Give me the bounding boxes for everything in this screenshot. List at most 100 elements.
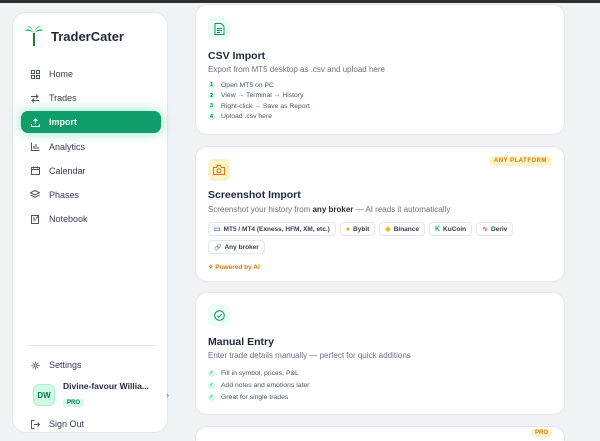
chip-label: Binance xyxy=(393,225,419,233)
broker-chip-deriv[interactable]: ∿ Deriv xyxy=(476,222,514,236)
list-item: 2 View → Terminal → History xyxy=(208,91,310,102)
chip-label: KuCoin xyxy=(443,225,467,233)
feature-text: Add notes and emotions later xyxy=(221,381,310,389)
feature-text: Fill in symbol, prices, P&L xyxy=(221,369,299,377)
csv-import-card[interactable]: CSV Import Export from MT5 desktop as .c… xyxy=(195,4,565,135)
chip-label: Bybit xyxy=(353,225,370,233)
sidebar-item-home[interactable]: Home xyxy=(21,63,161,85)
manual-entry-card[interactable]: Manual Entry Enter trade details manuall… xyxy=(195,292,565,415)
sidebar-item-label: Trades xyxy=(49,93,77,104)
bar-chart-icon xyxy=(30,142,40,152)
deriv-icon: ∿ xyxy=(482,226,489,233)
notebook-icon xyxy=(30,214,40,224)
grid-icon xyxy=(30,69,40,79)
step-number: 4 xyxy=(208,113,215,121)
chip-label: Any broker xyxy=(224,243,259,251)
sidebar-item-label: Phases xyxy=(49,189,80,200)
palm-tree-logo-icon xyxy=(25,25,43,47)
bybit-icon: ● xyxy=(345,225,351,233)
layers-icon xyxy=(30,190,40,200)
powered-by-ai: ✧ Powered by AI xyxy=(208,264,260,271)
step-number: 2 xyxy=(208,92,215,100)
step-text: View → Terminal → History xyxy=(221,92,304,100)
subtitle-text: Screenshot your history from xyxy=(208,205,313,214)
broker-chip-bybit[interactable]: ● Bybit xyxy=(339,222,376,236)
check-icon: ✓ xyxy=(208,381,215,389)
manual-entry-subtitle: Enter trade details manually — perfect f… xyxy=(208,351,411,360)
sign-out-icon xyxy=(30,419,40,429)
screenshot-import-card[interactable]: ANY PLATFORM Screenshot Import Screensho… xyxy=(195,146,565,282)
sidebar-item-analytics[interactable]: Analytics xyxy=(21,136,161,158)
chip-label: MT5 / MT4 (Exness, HFM, XM, etc.) xyxy=(223,225,330,233)
sidebar-item-calendar[interactable]: Calendar xyxy=(21,160,161,182)
check-icon: ✓ xyxy=(208,369,215,377)
list-item: ✓ Great for single trades xyxy=(208,391,309,403)
next-import-card[interactable]: PRO xyxy=(195,426,565,441)
step-text: Upload .csv here xyxy=(221,113,273,121)
sidebar-item-trades[interactable]: Trades xyxy=(21,87,161,109)
plan-badge: PRO xyxy=(63,399,85,407)
user-info: Divine-favour Willia... PRO xyxy=(63,381,153,409)
kucoin-icon: K xyxy=(434,225,441,233)
csv-steps-list: 1 Open MT5 on PC 2 View → Terminal → Histo… xyxy=(208,80,310,122)
manual-features-list: ✓ Fill in symbol, prices, P&L ✓ Add notes … xyxy=(208,367,309,403)
broker-chips: ▭ MT5 / MT4 (Exness, HFM, XM, etc.) ● Bybi… xyxy=(208,222,548,254)
window-top-bar xyxy=(0,0,600,3)
user-name: Divine-favour Willia... xyxy=(63,381,149,391)
list-item: 3 Right-click → Save as Report xyxy=(208,101,310,112)
signout-section: Sign Out xyxy=(21,413,161,437)
sidebar-item-label: Settings xyxy=(49,360,82,370)
subtitle-text: — AI reads it automatically xyxy=(353,205,451,214)
calendar-icon xyxy=(30,166,40,176)
broker-chip-any[interactable]: 🔗 Any broker xyxy=(208,240,265,254)
step-number: 3 xyxy=(208,102,215,110)
sidebar-item-import[interactable]: Import xyxy=(21,111,161,134)
sidebar-item-phases[interactable]: Phases xyxy=(21,184,161,206)
list-item: ✓ Fill in symbol, prices, P&L xyxy=(208,367,309,379)
sidebar-divider xyxy=(27,345,155,346)
sidebar: TraderCater Home Trades Import Analytics xyxy=(12,12,169,433)
feature-text: Great for single trades xyxy=(221,393,289,401)
link-icon: 🔗 xyxy=(214,244,222,251)
screenshot-import-subtitle: Screenshot your history from any broker … xyxy=(208,205,450,214)
swap-icon xyxy=(30,93,40,103)
binance-icon: ◆ xyxy=(385,226,391,233)
brand[interactable]: TraderCater xyxy=(25,25,124,47)
gear-icon xyxy=(30,360,40,370)
sign-out-button[interactable]: Sign Out xyxy=(21,413,161,435)
check-circle-icon xyxy=(208,304,230,326)
broker-chip-binance[interactable]: ◆ Binance xyxy=(379,222,425,236)
chevron-right-icon: › xyxy=(166,390,169,400)
avatar: DW xyxy=(33,384,55,406)
broker-chip-mt5[interactable]: ▭ MT5 / MT4 (Exness, HFM, XM, etc.) xyxy=(208,222,336,236)
csv-import-subtitle: Export from MT5 desktop as .csv and uplo… xyxy=(208,65,385,74)
sidebar-item-notebook[interactable]: Notebook xyxy=(21,208,161,230)
broker-chip-kucoin[interactable]: K KuCoin xyxy=(428,222,473,236)
chip-label: Deriv xyxy=(491,225,508,233)
brand-name: TraderCater xyxy=(51,28,124,44)
csv-import-title: CSV Import xyxy=(208,50,266,62)
upload-icon xyxy=(30,117,40,127)
sidebar-nav: Home Trades Import Analytics Calendar Ph… xyxy=(21,63,161,232)
camera-icon xyxy=(208,159,230,181)
user-profile[interactable]: DW Divine-favour Willia... PRO › xyxy=(33,381,169,409)
sign-out-label: Sign Out xyxy=(49,419,85,429)
sidebar-item-label: Import xyxy=(49,117,77,128)
step-text: Right-click → Save as Report xyxy=(221,102,310,110)
list-item: 4 Upload .csv here xyxy=(208,112,310,123)
check-icon: ✓ xyxy=(208,393,215,401)
manual-entry-title: Manual Entry xyxy=(208,336,274,348)
sidebar-item-settings[interactable]: Settings xyxy=(21,354,161,376)
pro-badge: PRO xyxy=(530,429,552,437)
file-icon xyxy=(208,18,230,40)
sidebar-item-label: Calendar xyxy=(49,165,86,176)
sidebar-item-label: Home xyxy=(49,69,74,79)
sidebar-item-label: Notebook xyxy=(49,214,88,225)
any-platform-badge: ANY PLATFORM xyxy=(488,156,552,166)
settings-section: Settings xyxy=(21,354,161,378)
monitor-icon: ▭ xyxy=(214,226,221,233)
screenshot-import-title: Screenshot Import xyxy=(208,189,301,201)
subtitle-emphasis: any broker xyxy=(312,205,354,214)
list-item: 1 Open MT5 on PC xyxy=(208,80,310,91)
step-text: Open MT5 on PC xyxy=(221,81,274,89)
